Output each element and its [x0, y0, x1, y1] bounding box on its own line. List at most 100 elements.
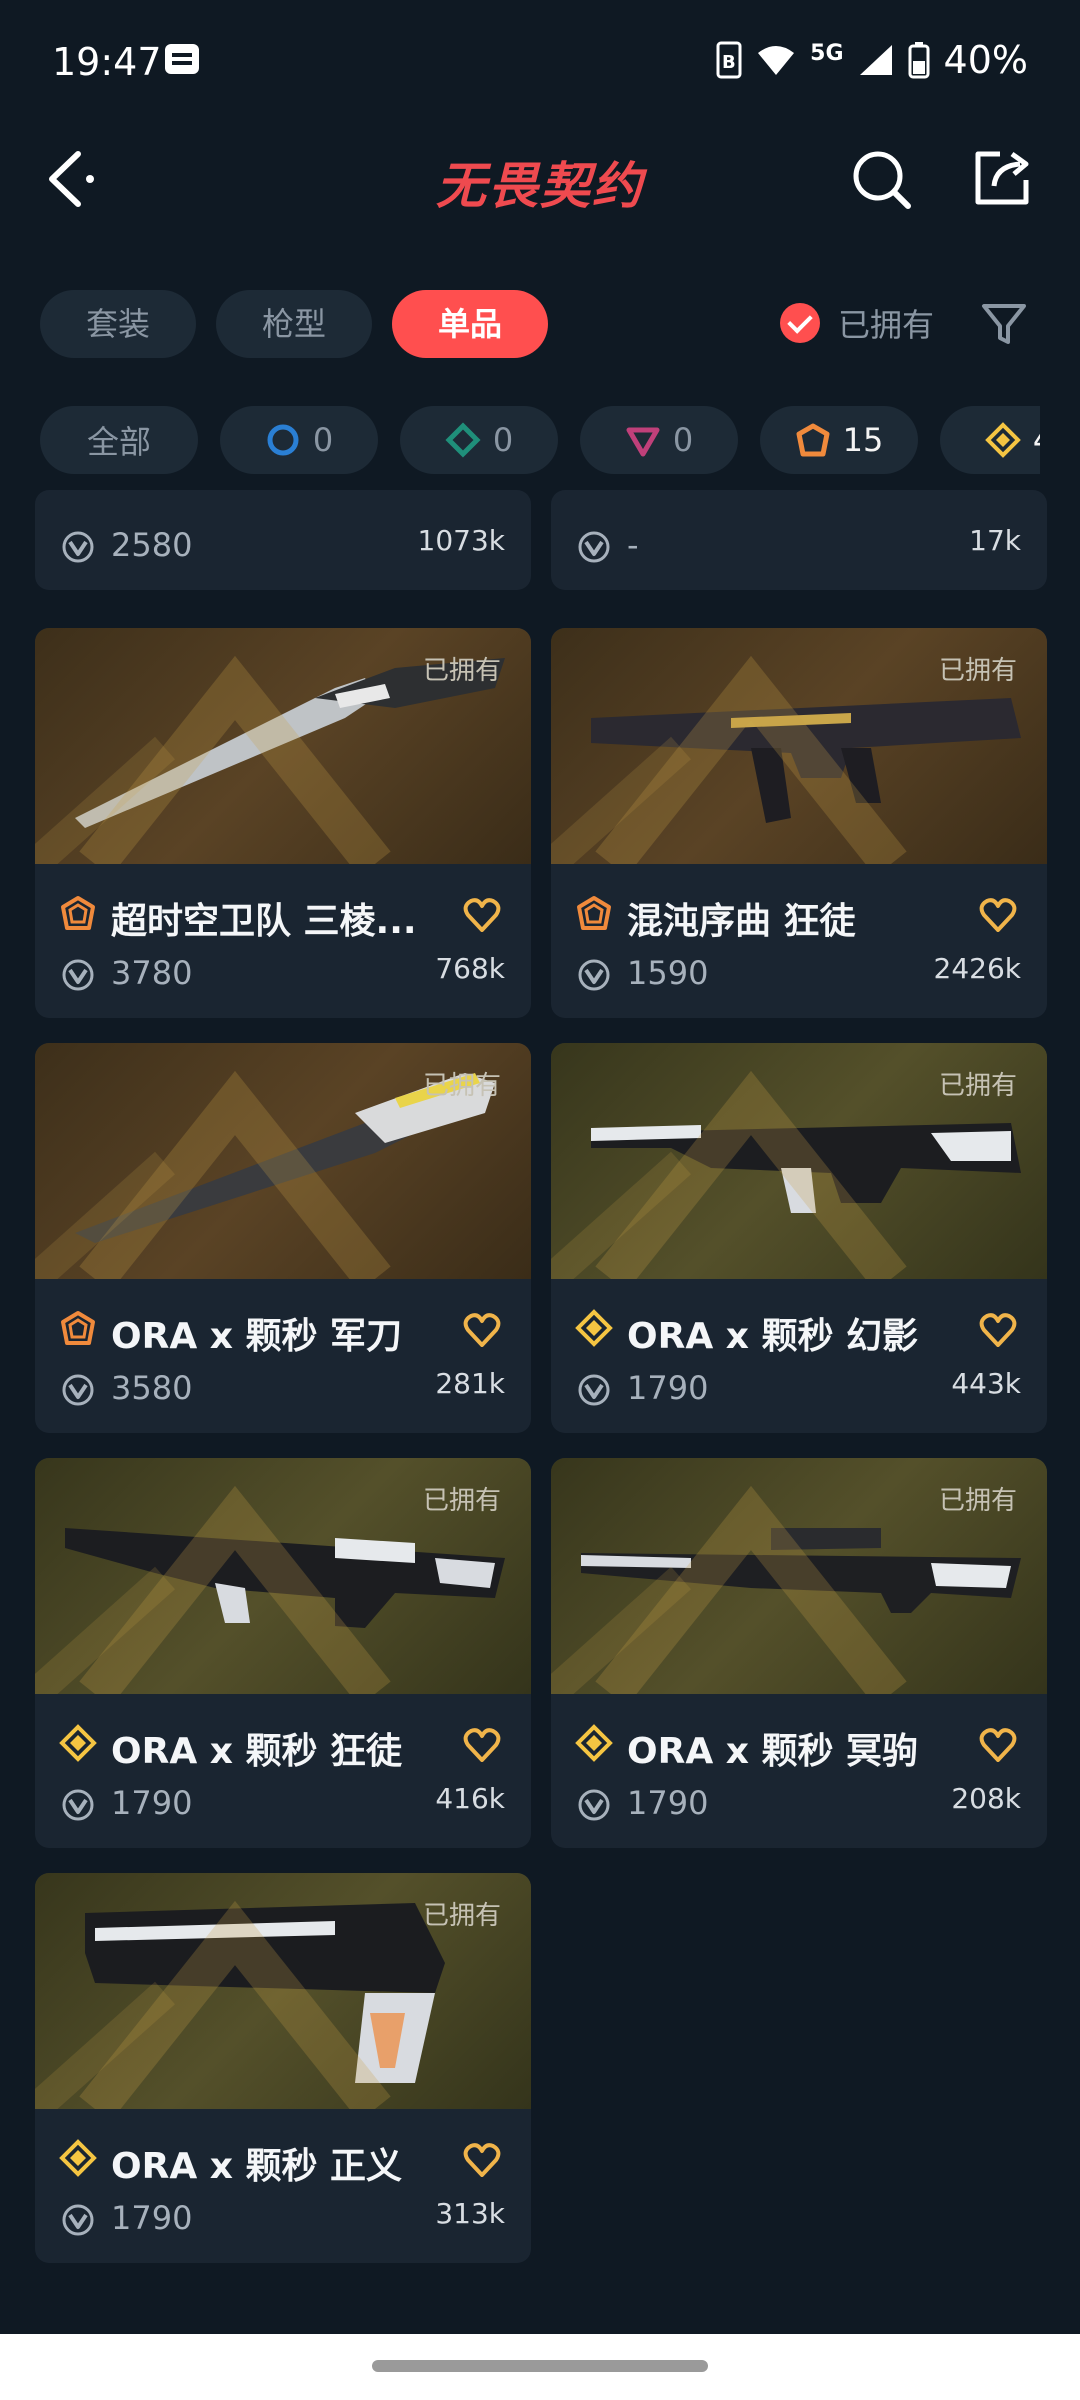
item-card[interactable]: 已拥有 ORA x 颗秒 冥驹 1790 208k	[551, 1458, 1047, 1848]
owned-tag: 已拥有	[938, 656, 1017, 686]
network-type: 5G	[810, 40, 844, 66]
item-card[interactable]: 2580 1073k	[35, 490, 531, 590]
item-price: 2580	[111, 526, 193, 564]
signal-icon	[859, 45, 892, 75]
owned-filter-label: 已拥有	[838, 306, 935, 344]
item-info: 超时空卫队 三棱... 3780 768k	[35, 864, 531, 1018]
exclusive-tier-icon	[796, 423, 830, 457]
system-nav-bar	[0, 2334, 1080, 2400]
item-card[interactable]: 已拥有 ORA x 颗秒 正义 1790 313k	[35, 1873, 531, 2263]
item-info: 2580 1073k	[35, 490, 531, 590]
filter-icon	[982, 304, 1026, 344]
valorant-points-icon	[62, 531, 94, 563]
heart-icon[interactable]	[463, 1726, 501, 1762]
item-info: - 17k	[551, 490, 1047, 590]
owned-filter-toggle[interactable]: 已拥有	[780, 300, 934, 346]
select-tier-icon	[267, 424, 299, 456]
message-notification-icon	[165, 44, 199, 74]
tab-single-items[interactable]: 单品	[392, 290, 549, 358]
item-card[interactable]: 已拥有 混沌序曲 狂徒 1590 2426k	[551, 628, 1047, 1018]
owned-tag: 已拥有	[938, 1071, 1017, 1101]
exclusive-tier-icon	[577, 896, 611, 930]
item-likes: 17k	[969, 524, 1021, 557]
ultra-tier-icon	[984, 422, 1021, 458]
wifi-icon	[758, 46, 795, 75]
valorant-points-icon	[578, 1789, 610, 1821]
tier-chip-select[interactable]: 0	[220, 406, 378, 474]
item-name: 混沌序曲 狂徒	[627, 901, 856, 942]
item-image: 已拥有	[551, 1043, 1047, 1279]
item-card[interactable]: 已拥有 ORA x 颗秒 狂徒 1790 416k	[35, 1458, 531, 1848]
item-name: 超时空卫队 三棱...	[111, 901, 417, 942]
item-price: 1590	[627, 954, 709, 992]
item-price: 1790	[627, 1369, 709, 1407]
item-likes: 416k	[435, 1782, 505, 1815]
item-image: 已拥有	[35, 628, 531, 864]
tier-chip-count: 4	[1033, 421, 1040, 459]
ultra-tier-icon	[575, 1724, 613, 1762]
tier-chip-count: 0	[672, 421, 694, 459]
tier-chip-ultra[interactable]: 4	[940, 406, 1040, 474]
item-likes: 313k	[435, 2197, 505, 2230]
tier-chip-premium[interactable]: 0	[580, 406, 738, 474]
svg-text:B: B	[722, 52, 736, 73]
status-icons: B 5G 40%	[716, 38, 1028, 82]
owned-tag: 已拥有	[938, 1486, 1017, 1516]
item-likes: 443k	[951, 1367, 1021, 1400]
battery-icon	[908, 42, 930, 79]
tier-chip-count: 0	[492, 421, 514, 459]
item-grid: 2580 1073k - 17k 已拥有 超时空卫队 三棱... 3780 76…	[0, 490, 1080, 2340]
item-info: ORA x 颗秒 冥驹 1790 208k	[551, 1694, 1047, 1848]
item-image: 已拥有	[35, 1458, 531, 1694]
item-image: 已拥有	[35, 1043, 531, 1279]
item-price: 1790	[111, 1784, 193, 1822]
owned-tag: 已拥有	[422, 1486, 501, 1516]
heart-icon[interactable]	[979, 1726, 1017, 1762]
heart-icon[interactable]	[463, 896, 501, 932]
tier-chip-all[interactable]: 全部	[40, 406, 198, 474]
item-card[interactable]: 已拥有 超时空卫队 三棱... 3780 768k	[35, 628, 531, 1018]
valorant-points-icon	[62, 959, 94, 991]
deluxe-tier-icon	[445, 422, 481, 458]
share-button[interactable]	[970, 146, 1034, 210]
heart-icon[interactable]	[979, 1311, 1017, 1347]
item-price: 1790	[111, 2199, 193, 2237]
item-image: 已拥有	[35, 1873, 531, 2109]
search-icon	[853, 151, 911, 209]
tier-chip-deluxe[interactable]: 0	[400, 406, 558, 474]
item-name: ORA x 颗秒 幻影	[627, 1316, 919, 1357]
search-button[interactable]	[850, 148, 914, 212]
exclusive-tier-icon	[61, 1311, 95, 1345]
home-gesture-handle[interactable]	[372, 2360, 708, 2372]
ultra-tier-icon	[575, 1309, 613, 1347]
item-card[interactable]: 已拥有 ORA x 颗秒 幻影 1790 443k	[551, 1043, 1047, 1433]
item-name: ORA x 颗秒 正义	[111, 2146, 403, 2187]
item-info: ORA x 颗秒 军刀 3580 281k	[35, 1279, 531, 1433]
valorant-points-icon	[62, 1374, 94, 1406]
heart-icon[interactable]	[979, 896, 1017, 932]
premium-tier-icon	[626, 427, 660, 457]
filter-button[interactable]	[980, 300, 1028, 348]
owned-tag: 已拥有	[422, 1071, 501, 1101]
item-card[interactable]: - 17k	[551, 490, 1047, 590]
item-likes: 2426k	[933, 952, 1021, 985]
item-card[interactable]: 已拥有 ORA x 颗秒 军刀 3580 281k	[35, 1043, 531, 1433]
item-price: -	[627, 526, 639, 564]
heart-icon[interactable]	[463, 2141, 501, 2177]
tier-chip-exclusive[interactable]: 15	[760, 406, 918, 474]
valorant-points-icon	[578, 959, 610, 991]
item-image: 已拥有	[551, 628, 1047, 864]
status-bar: 19:47 B 5G 40%	[0, 0, 1080, 120]
exclusive-tier-icon	[61, 896, 95, 930]
heart-icon[interactable]	[463, 1311, 501, 1347]
valorant-points-icon	[62, 1789, 94, 1821]
ultra-tier-icon	[59, 2139, 97, 2177]
item-image: 已拥有	[551, 1458, 1047, 1694]
item-price: 3780	[111, 954, 193, 992]
item-likes: 281k	[435, 1367, 505, 1400]
tab-weapon-types[interactable]: 枪型	[216, 290, 373, 358]
tab-bundles[interactable]: 套装	[40, 290, 197, 358]
item-price: 1790	[627, 1784, 709, 1822]
check-icon	[780, 303, 820, 343]
valorant-points-icon	[578, 531, 610, 563]
